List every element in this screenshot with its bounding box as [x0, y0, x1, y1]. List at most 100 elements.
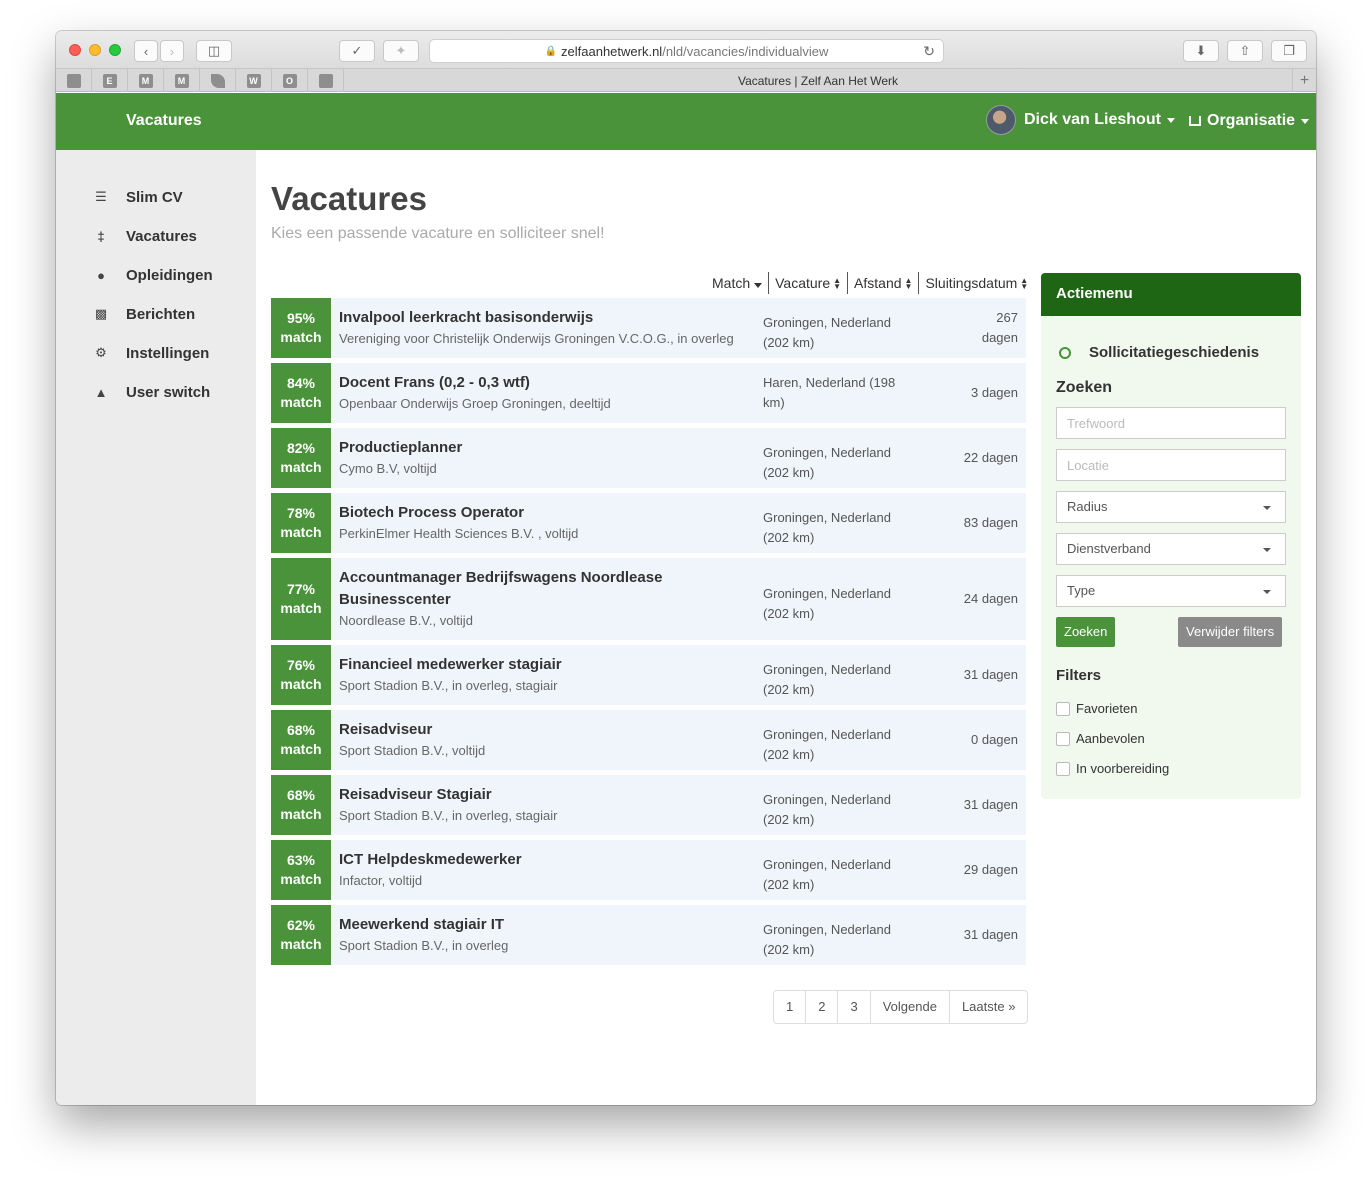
next-page-link[interactable]: Volgende: [871, 991, 950, 1023]
search-button[interactable]: Zoeken: [1056, 617, 1116, 647]
match-percentage: 62%: [286, 917, 316, 933]
address-bar[interactable]: 🔒 zelfaanhetwerk.nl/nld/vacancies/indivi…: [429, 39, 944, 63]
downloads-button[interactable]: ⬇: [1183, 40, 1219, 62]
page-3-link[interactable]: 3: [838, 991, 871, 1023]
table-row[interactable]: 68% match Reisadviseur Sport Stadion B.V.,…: [271, 710, 1026, 770]
sidebar-item-slim-cv[interactable]: ☰ Slim CV: [92, 185, 183, 209]
vacancy-org: Sport Stadion B.V., in overleg, stagiair: [339, 678, 558, 693]
new-tab-button[interactable]: +: [1292, 69, 1316, 92]
type-select[interactable]: Type: [1056, 575, 1286, 607]
vacancy-title[interactable]: ICT Helpdeskmedewerker: [339, 849, 743, 871]
sort-afstand[interactable]: Afstand ▲ ▼: [854, 275, 912, 291]
vacancy-title[interactable]: Reisadviseur: [339, 719, 743, 741]
tabs-overview-button[interactable]: ❐: [1271, 40, 1307, 62]
employment-select[interactable]: Dienstverband: [1056, 533, 1286, 565]
messages-icon: ▩: [94, 306, 108, 321]
vacancy-days: 31 dagen: [963, 797, 1018, 812]
reload-icon[interactable]: ↻: [923, 43, 935, 60]
table-row[interactable]: 76% match Financieel medewerker stagiair S…: [271, 645, 1026, 705]
vacancy-title[interactable]: Invalpool leerkracht basisonderwijs: [339, 307, 743, 329]
navbar-brand[interactable]: Vacatures: [126, 112, 202, 130]
clear-filters-button[interactable]: Verwijder filters: [1178, 617, 1283, 647]
active-tab[interactable]: Vacatures | Zelf Aan Het Werk: [344, 69, 1292, 92]
forward-button[interactable]: ›: [160, 40, 184, 62]
bookmark-6[interactable]: W: [236, 69, 272, 92]
action-menu-title: Actiemenu: [1041, 273, 1301, 316]
vacancy-days: 3 dagen: [971, 385, 1018, 400]
checkbox[interactable]: [1056, 701, 1070, 716]
sort-match[interactable]: Match: [712, 275, 763, 291]
factory-icon: [1189, 116, 1201, 126]
sort-vacature[interactable]: Vacature ▲ ▼: [775, 275, 841, 291]
bookmark-3[interactable]: M: [128, 69, 164, 92]
table-row[interactable]: 77% match Accountmanager Bedrijfswagens N…: [271, 558, 1026, 640]
zoom-window-button[interactable]: [109, 44, 121, 56]
table-row[interactable]: 84% match Docent Frans (0,2 - 0,3 wtf) Ope…: [271, 363, 1026, 423]
url-domain: zelfaanhetwerk.nl: [561, 43, 663, 59]
last-page-link[interactable]: Laatste »: [950, 991, 1027, 1023]
checkbox[interactable]: [1056, 761, 1070, 776]
sidebar-item-label: Berichten: [126, 305, 196, 323]
vacancy-days: 24 dagen: [963, 591, 1018, 606]
vacancy-org: Sport Stadion B.V., in overleg: [339, 938, 509, 953]
filter-favorieten[interactable]: Favorieten: [1056, 701, 1137, 716]
vacancy-title[interactable]: Docent Frans (0,2 - 0,3 wtf): [339, 372, 743, 394]
table-row[interactable]: 68% match Reisadviseur Stagiair Sport Stad…: [271, 775, 1026, 835]
bookmark-8[interactable]: [308, 69, 344, 92]
table-row[interactable]: 78% match Biotech Process Operator PerkinE…: [271, 493, 1026, 553]
sidebar-item-vacatures[interactable]: ‡ Vacatures: [92, 224, 197, 248]
bookmark-7[interactable]: O: [272, 69, 308, 92]
table-row[interactable]: 95% match Invalpool leerkracht basisonder…: [271, 298, 1026, 358]
vacancy-info: ICT Helpdeskmedewerker Infactor, voltijd: [331, 840, 751, 900]
vacancy-title[interactable]: Reisadviseur Stagiair: [339, 784, 743, 806]
page-2-link[interactable]: 2: [806, 991, 839, 1023]
user-menu[interactable]: Dick van Lieshout: [986, 105, 1175, 135]
match-label: match: [280, 459, 322, 475]
vacancy-title[interactable]: Productieplanner: [339, 437, 743, 459]
bookmark-5[interactable]: [200, 69, 236, 92]
sidebar-item-user-switch[interactable]: ▲ User switch: [92, 380, 211, 404]
bookmark-4[interactable]: M: [164, 69, 200, 92]
minimize-window-button[interactable]: [89, 44, 101, 56]
filter-aanbevolen[interactable]: Aanbevolen: [1056, 731, 1145, 746]
checkbox[interactable]: [1056, 731, 1070, 746]
match-badge: 62% match: [271, 905, 331, 965]
bookmark-2[interactable]: E: [92, 69, 128, 92]
vacancy-title[interactable]: Accountmanager Bedrijfswagens Noordlease…: [339, 567, 743, 611]
sidebar-toggle-button[interactable]: ◫: [196, 40, 232, 62]
keyword-input[interactable]: [1056, 407, 1286, 439]
back-button[interactable]: ‹: [134, 40, 158, 62]
close-window-button[interactable]: [69, 44, 81, 56]
sidebar-item-berichten[interactable]: ▩ Berichten: [92, 302, 195, 326]
table-row[interactable]: 63% match ICT Helpdeskmedewerker Infactor,…: [271, 840, 1026, 900]
extension-button[interactable]: ✓: [339, 40, 375, 62]
vacancy-title[interactable]: Meewerkend stagiair IT: [339, 914, 743, 936]
radius-select[interactable]: Radius: [1056, 491, 1286, 523]
sidebar-item-label: User switch: [126, 383, 211, 401]
share-button[interactable]: ⇧: [1227, 40, 1263, 62]
sort-icon: ▲ ▼: [904, 276, 913, 292]
url-path: /nld/vacancies/individualview: [662, 43, 829, 59]
sidebar-item-instellingen[interactable]: ⚙ Instellingen: [92, 341, 209, 365]
filter-in-voorbereiding[interactable]: In voorbereiding: [1056, 761, 1169, 776]
page-subtitle: Kies een passende vacature en sollicitee…: [271, 225, 605, 242]
match-label: match: [280, 600, 322, 616]
tabs-icon: ❐: [1283, 43, 1295, 58]
sidebar-item-opleidingen[interactable]: ● Opleidingen: [92, 263, 213, 287]
vacancy-title[interactable]: Financieel medewerker stagiair: [339, 654, 743, 676]
vacancy-info: Docent Frans (0,2 - 0,3 wtf) Openbaar Ond…: [331, 363, 751, 423]
application-history-link[interactable]: Sollicitatiegeschiedenis: [1059, 344, 1259, 361]
vacancy-title[interactable]: Biotech Process Operator: [339, 502, 743, 524]
table-row[interactable]: 82% match Productieplanner Cymo B.V, volti…: [271, 428, 1026, 488]
table-row[interactable]: 62% match Meewerkend stagiair IT Sport Sta…: [271, 905, 1026, 965]
tools-button[interactable]: ✦: [383, 40, 419, 62]
location-input[interactable]: [1056, 449, 1286, 481]
sort-sluitingsdatum[interactable]: Sluitingsdatum ▲ ▼: [925, 275, 1028, 291]
organisation-menu[interactable]: Organisatie: [1189, 112, 1310, 130]
chevron-left-icon: ‹: [143, 43, 149, 59]
page-1-link[interactable]: 1: [774, 991, 807, 1023]
bookmark-1[interactable]: [56, 69, 92, 92]
vacancy-org: Openbaar Onderwijs Groep Groningen, deel…: [339, 396, 611, 411]
match-label: match: [280, 936, 322, 952]
radius-value: Radius: [1067, 499, 1108, 514]
